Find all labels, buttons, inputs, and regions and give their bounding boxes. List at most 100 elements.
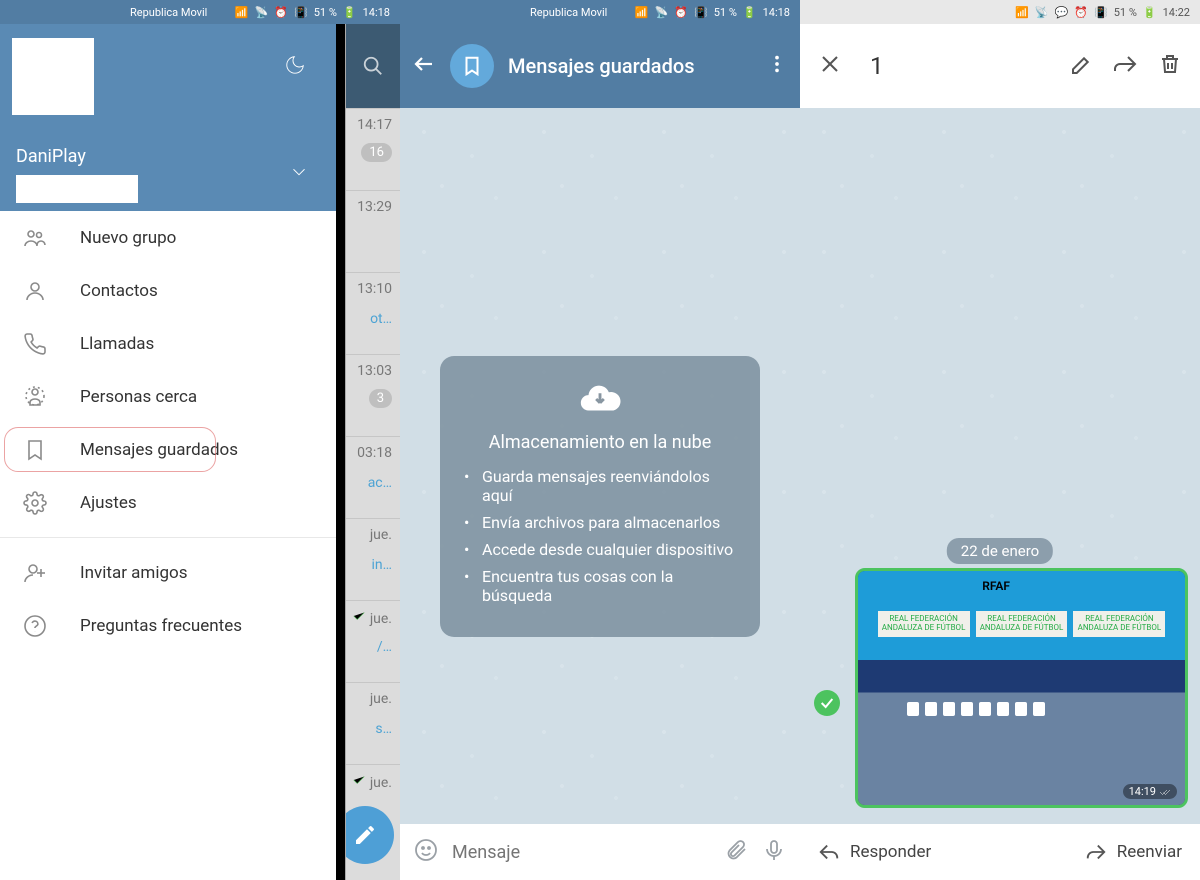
menu-label: Ajustes [80, 493, 137, 513]
message-input[interactable] [452, 842, 710, 863]
menu-label: Invitar amigos [80, 563, 187, 583]
chat-row[interactable]: jue.in… [346, 518, 400, 600]
status-bar: 📶 📡 💬 ⏰ 📳 51 % 🔋 14:22 [800, 0, 1200, 24]
menu-separator [0, 537, 336, 538]
photo-banner: REAL FEDERACIÓN ANDALUZA DE FÚTBOL [976, 611, 1068, 637]
menu-label: Personas cerca [80, 387, 197, 407]
saved-messages-avatar[interactable] [450, 44, 494, 88]
battery-icon: 🔋 [343, 6, 357, 19]
avatar[interactable] [12, 38, 94, 115]
drawer-header: DaniPlay [0, 24, 336, 211]
photo-banner: REAL FEDERACIÓN ANDALUZA DE FÚTBOL [878, 611, 970, 637]
photo-banner-top: RFAF [982, 579, 1010, 593]
chevron-down-icon[interactable] [288, 161, 310, 187]
menu-settings[interactable]: Ajustes [0, 476, 336, 529]
cloud-download-icon [464, 376, 736, 422]
chat-row[interactable]: jue./… [346, 600, 400, 682]
cloud-tip: Accede desde cualquier dispositivo [464, 540, 736, 559]
menu-label: Nuevo grupo [80, 228, 176, 248]
vibrate-icon: 📳 [1094, 6, 1108, 19]
reply-button[interactable]: Responder [818, 841, 931, 863]
vibrate-icon: 📳 [694, 6, 708, 19]
wifi-icon: 📡 [655, 6, 669, 19]
menu-label: Mensajes guardados [80, 440, 238, 460]
alarm-icon: ⏰ [274, 6, 288, 19]
signal-icon: 📶 [1015, 6, 1029, 19]
chat-row[interactable]: 14:1716 [346, 108, 400, 190]
whatsapp-icon: 💬 [1055, 6, 1069, 19]
battery-icon: 🔋 [1143, 6, 1157, 19]
chat-row[interactable]: 13:033 [346, 354, 400, 436]
message-photo-selected[interactable]: RFAF REAL FEDERACIÓN ANDALUZA DE FÚTBOL … [855, 568, 1188, 808]
status-time: 14:18 [763, 6, 790, 19]
call-icon [22, 332, 48, 356]
menu-saved-messages[interactable]: Mensajes guardados [0, 423, 336, 476]
menu-contacts[interactable]: Contactos [0, 264, 336, 317]
mic-icon[interactable] [762, 838, 786, 866]
account-name: DaniPlay [16, 146, 86, 167]
battery-icon: 🔋 [743, 6, 757, 19]
status-bar: Republica Movil 📶 📡 ⏰ 📳 51 % 🔋 14:18 [400, 0, 800, 24]
selection-count: 1 [870, 52, 1050, 80]
cloud-info-card: Almacenamiento en la nube Guarda mensaje… [440, 356, 760, 637]
status-time: 14:22 [1163, 6, 1190, 19]
chat-row[interactable]: 13:29 [346, 190, 400, 272]
drawer-menu: Nuevo grupo Contactos Llamadas Personas … [0, 211, 336, 880]
menu-faq[interactable]: Preguntas frecuentes [0, 599, 336, 652]
reply-label: Responder [850, 842, 931, 862]
attach-icon[interactable] [724, 838, 748, 866]
chat-row[interactable]: 13:10ot… [346, 272, 400, 354]
vibrate-icon: 📳 [294, 6, 308, 19]
carrier-label: Republica Movil [530, 6, 607, 19]
signal-icon: 📶 [635, 6, 649, 19]
selection-check-icon [814, 690, 840, 716]
emoji-icon[interactable] [414, 838, 438, 866]
back-button[interactable] [412, 52, 436, 80]
invite-icon [22, 561, 48, 585]
menu-invite[interactable]: Invitar amigos [0, 546, 336, 599]
account-phone-redacted [16, 175, 138, 203]
menu-calls[interactable]: Llamadas [0, 317, 336, 370]
alarm-icon: ⏰ [1074, 6, 1088, 19]
search-icon-bar[interactable] [346, 24, 400, 108]
menu-label: Llamadas [80, 334, 154, 354]
battery-text: 51 % [714, 6, 737, 19]
night-mode-icon[interactable] [284, 54, 306, 80]
more-menu-button[interactable] [766, 53, 788, 79]
cloud-tip: Guarda mensajes reenviándolos aquí [464, 467, 736, 505]
message-timestamp: 14:19 [1123, 784, 1177, 799]
menu-label: Contactos [80, 281, 158, 301]
status-bar: Republica Movil 📶 📡 ⏰ 📳 51 % 🔋 14:18 [0, 0, 400, 24]
photo-banner: REAL FEDERACIÓN ANDALUZA DE FÚTBOL [1073, 611, 1165, 637]
wifi-icon: 📡 [1035, 6, 1049, 19]
cloud-title: Almacenamiento en la nube [464, 432, 736, 453]
chat-row[interactable]: 03:18ac… [346, 436, 400, 518]
menu-label: Preguntas frecuentes [80, 616, 242, 636]
menu-new-group[interactable]: Nuevo grupo [0, 211, 336, 264]
read-checks-icon [1159, 786, 1171, 798]
nearby-icon [22, 385, 48, 409]
selection-action-bar: Responder Reenviar [800, 824, 1200, 880]
forward-arrow-button[interactable] [1114, 52, 1138, 80]
edit-button[interactable] [1070, 52, 1094, 80]
date-pill: 22 de enero [947, 538, 1053, 564]
cloud-tip: Encuentra tus cosas con la búsqueda [464, 567, 736, 605]
chat-row[interactable]: jue.s… [346, 682, 400, 764]
battery-text: 51 % [1114, 6, 1137, 19]
forward-label: Reenviar [1117, 842, 1182, 862]
settings-icon [22, 491, 48, 515]
forward-button[interactable]: Reenviar [1085, 841, 1182, 863]
carrier-label: Republica Movil [130, 6, 207, 19]
battery-text: 51 % [314, 6, 337, 19]
close-selection-button[interactable] [818, 52, 842, 80]
alarm-icon: ⏰ [674, 6, 688, 19]
menu-nearby[interactable]: Personas cerca [0, 370, 336, 423]
cloud-tip: Envía archivos para almacenarlos [464, 513, 736, 532]
bookmark-icon [22, 438, 48, 462]
delete-button[interactable] [1158, 52, 1182, 80]
signal-icon: 📶 [235, 6, 249, 19]
chat-header: Mensajes guardados [400, 24, 800, 108]
selection-header: 1 [800, 24, 1200, 108]
message-input-bar [400, 824, 800, 880]
chat-title: Mensajes guardados [508, 54, 752, 78]
